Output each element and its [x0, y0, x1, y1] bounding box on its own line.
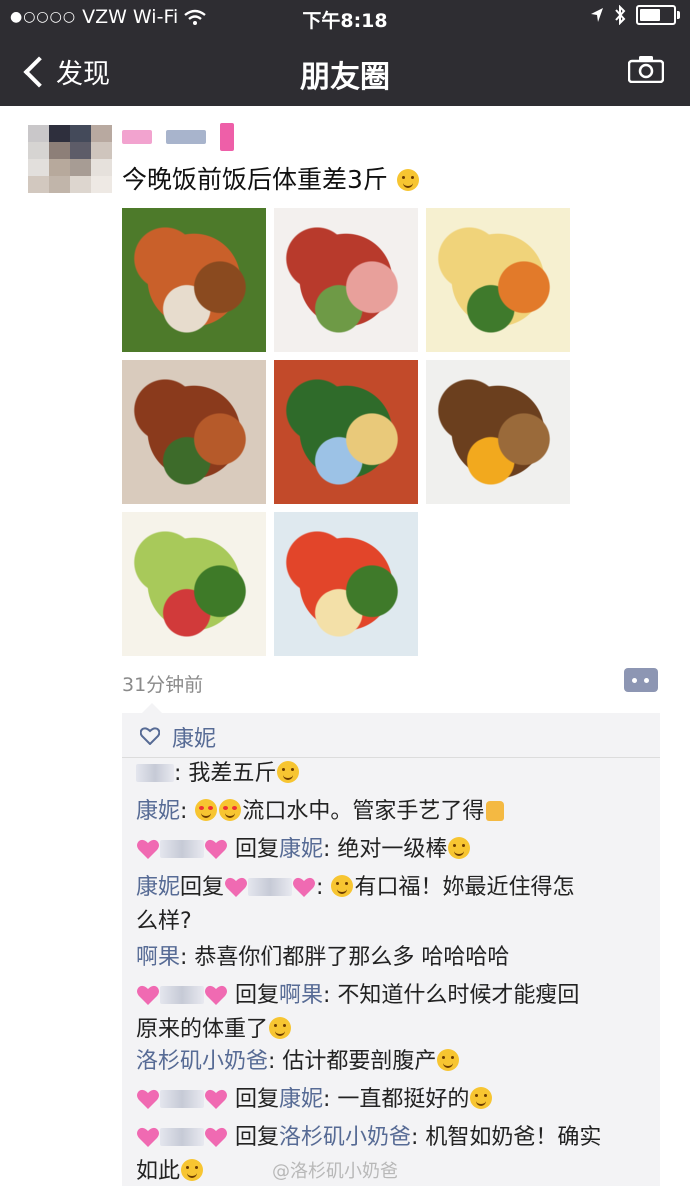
- watermark: @洛杉矶小奶爸: [272, 1161, 398, 1182]
- liker-name[interactable]: 康妮: [172, 721, 216, 753]
- upside-down-face-emoji-icon: [437, 1049, 460, 1071]
- photo-grid: [122, 208, 570, 656]
- photo-tomato-flower[interactable]: [274, 512, 418, 656]
- reply-target[interactable]: 洛杉矶小奶爸: [279, 1125, 411, 1150]
- grin-emoji-icon: [331, 875, 354, 897]
- pink-heart-icon: [225, 877, 248, 897]
- comment-item: : 我差五斤: [136, 757, 648, 791]
- crying-laugh-emoji-icon: [269, 1017, 292, 1039]
- heart-eyes-emoji-icon: [195, 799, 218, 821]
- grin-emoji-icon: [448, 837, 471, 859]
- photo-meat-salad[interactable]: [274, 208, 418, 352]
- likes-row: 康妮: [122, 713, 660, 758]
- page-title: 朋友圈: [300, 60, 390, 95]
- reply-target[interactable]: 康妮: [279, 837, 323, 862]
- comment-item: 啊果: 恭喜你们都胖了那么多 哈哈哈哈: [136, 945, 510, 970]
- comments-panel: 康妮 : 我差五斤 康妮: 流口水中。管家手艺了得 回复康妮: 绝对一级棒 康妮…: [122, 703, 660, 1186]
- photo-fried-rolls[interactable]: [426, 360, 570, 504]
- reply-target[interactable]: 康妮: [279, 1087, 323, 1112]
- comment-item: 康妮: 流口水中。管家手艺了得: [136, 795, 648, 829]
- commenter-name[interactable]: [160, 840, 204, 858]
- emoji-icon: [396, 169, 419, 191]
- heart-eyes-emoji-icon: [219, 799, 242, 821]
- photo-crab-shrimp[interactable]: [122, 208, 266, 352]
- comment-item: 回复啊果: 不知道什么时候才能瘦回 原来的体重了: [136, 983, 580, 1042]
- post-timestamp: 31分钟前: [122, 674, 204, 696]
- pink-heart-icon: [137, 1127, 159, 1147]
- comment-item: 洛杉矶小奶爸: 估计都要剖腹产: [136, 1045, 648, 1079]
- pink-heart-icon: [205, 839, 227, 859]
- status-time: 下午8:18: [302, 10, 388, 32]
- commenter-name[interactable]: 啊果: [136, 945, 180, 970]
- pink-heart-icon: [137, 1089, 159, 1109]
- commenter-name[interactable]: 康妮: [136, 875, 180, 900]
- location-arrow-icon: [591, 8, 603, 22]
- comment-menu-button[interactable]: [624, 668, 658, 692]
- photo-corn-salad[interactable]: [426, 208, 570, 352]
- commenter-name[interactable]: [160, 1128, 204, 1146]
- bluetooth-icon: [615, 5, 626, 25]
- poster-name[interactable]: [122, 122, 234, 152]
- heart-icon: [140, 727, 160, 745]
- smirk-emoji-icon: [181, 1159, 204, 1181]
- commenter-name[interactable]: 康妮: [136, 799, 180, 824]
- status-bar: ●○○○○ VZW Wi-Fi 下午8:18: [0, 0, 690, 34]
- battery-icon: [636, 5, 680, 25]
- comment-item: 康妮回复: 有口福！妳最近住得怎 么样?: [136, 875, 575, 934]
- photo-shredded-salad[interactable]: [274, 360, 418, 504]
- navigation-bar: 发现 朋友圈: [0, 38, 690, 102]
- pink-heart-icon: [205, 985, 227, 1005]
- post-text: 今晚饭前饭后体重差3斤: [122, 160, 420, 196]
- commenter-name[interactable]: [160, 986, 204, 1004]
- pink-heart-icon: [205, 1089, 227, 1109]
- commenter-name[interactable]: 洛杉矶小奶爸: [136, 1049, 268, 1074]
- photo-cucumber-salad[interactable]: [122, 512, 266, 656]
- tongue-emoji-icon: [470, 1087, 493, 1109]
- commenter-name[interactable]: [136, 764, 174, 782]
- commenter-name[interactable]: [160, 1090, 204, 1108]
- reply-target[interactable]: 啊果: [279, 983, 323, 1008]
- avatar[interactable]: [28, 125, 112, 193]
- reply-target[interactable]: [248, 878, 293, 896]
- photo-roast-chicken[interactable]: [122, 360, 266, 504]
- thumbs-up-icon: [486, 801, 505, 821]
- camera-icon[interactable]: [628, 55, 664, 83]
- top-bar: ●○○○○ VZW Wi-Fi 下午8:18 发现 朋友圈: [0, 0, 690, 106]
- pink-heart-icon: [205, 1127, 227, 1147]
- pink-heart-icon: [293, 877, 316, 897]
- comment-item: 回复康妮: 绝对一级棒: [136, 833, 648, 867]
- pink-heart-icon: [137, 839, 159, 859]
- crying-laugh-emoji-icon: [277, 761, 300, 783]
- comment-item: 回复康妮: 一直都挺好的: [136, 1083, 648, 1117]
- pink-heart-icon: [137, 985, 159, 1005]
